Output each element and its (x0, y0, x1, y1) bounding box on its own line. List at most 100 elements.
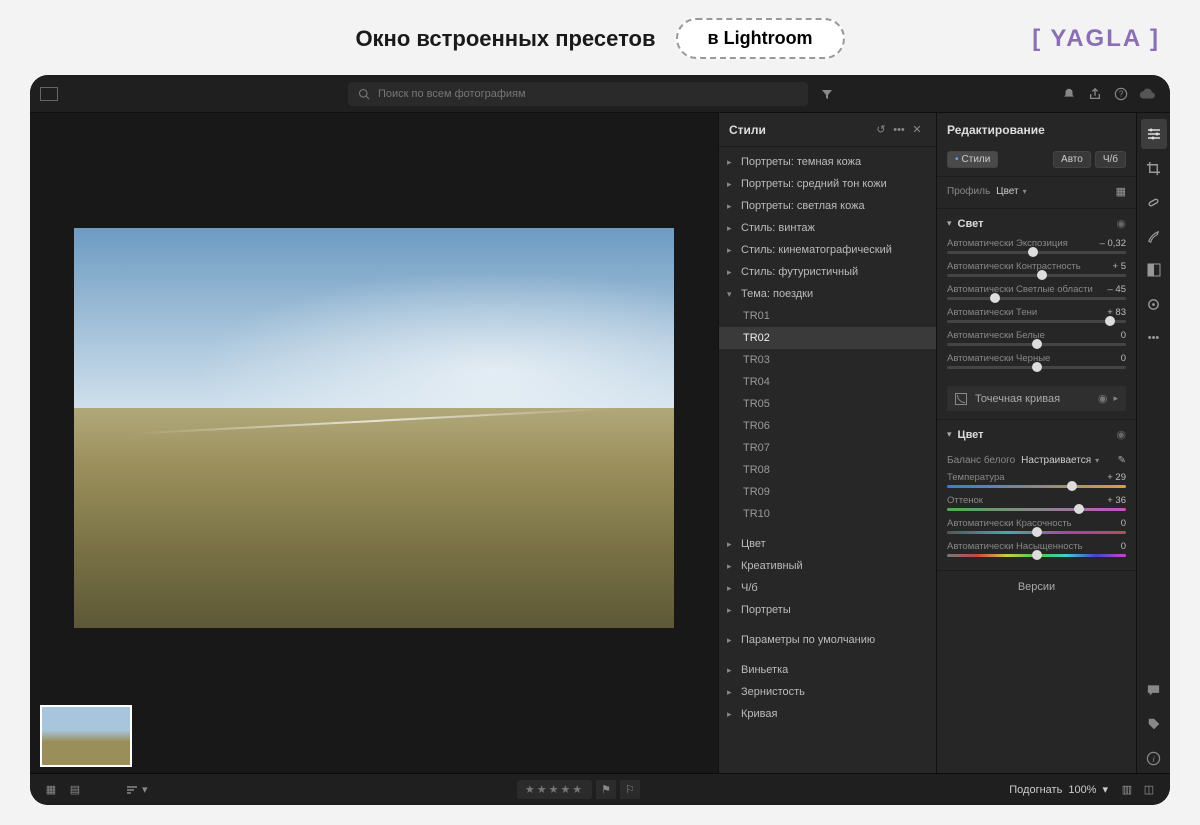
point-curve-row[interactable]: Точечная кривая ◉ ▸ (947, 386, 1126, 411)
comment-icon[interactable] (1141, 675, 1167, 705)
slider-Черные[interactable]: Автоматически Черные0 (947, 353, 1126, 369)
main-area: Стили ↺ ••• ✕ ▸Портреты: темная кожа▸Пор… (30, 113, 1170, 773)
preset-item[interactable]: TR08 (719, 459, 936, 481)
slider-Оттенок[interactable]: Оттенок+ 36 (947, 495, 1126, 511)
preset-group[interactable]: ▸Виньетка (719, 659, 936, 681)
cloud-sync-icon[interactable] (1134, 87, 1160, 101)
page-header: Окно встроенных пресетов в Lightroom YAG… (0, 0, 1200, 69)
crop-icon[interactable] (1141, 153, 1167, 183)
white-balance-row[interactable]: Баланс белого Настраивается ▾ ✎ (937, 449, 1136, 472)
chevron-down-icon: ▾ (947, 218, 952, 229)
linear-gradient-icon[interactable] (1141, 255, 1167, 285)
preset-item[interactable]: TR02 (719, 327, 936, 349)
preset-item[interactable]: TR03 (719, 349, 936, 371)
section-color-head[interactable]: ▾ Цвет ◉ (937, 420, 1136, 449)
undo-icon[interactable]: ↺ (872, 123, 890, 136)
page-title: Окно встроенных пресетов (355, 26, 655, 52)
preset-group[interactable]: ▸Цвет (719, 533, 936, 555)
more-icon[interactable]: ••• (890, 124, 908, 136)
right-toolstrip: ••• i (1136, 113, 1170, 773)
tag-icon[interactable] (1141, 709, 1167, 739)
preset-group[interactable]: ▸Стиль: винтаж (719, 217, 936, 239)
filter-icon[interactable] (816, 88, 838, 100)
light-sliders: Автоматически Экспозиция– 0,32 Автоматиче… (937, 238, 1136, 382)
preset-group[interactable]: ▸Ч/б (719, 577, 936, 599)
slider-Контрастность[interactable]: Автоматически Контрастность+ 5 (947, 261, 1126, 277)
preset-group[interactable]: ▸Стиль: кинематографический (719, 239, 936, 261)
photo-canvas[interactable] (30, 113, 718, 693)
search-placeholder: Поиск по всем фотографиям (378, 88, 526, 100)
histogram-icon[interactable]: ▥ (1116, 783, 1138, 796)
chip-bw[interactable]: Ч/б (1095, 151, 1126, 168)
preset-item[interactable]: TR04 (719, 371, 936, 393)
slider-Тени[interactable]: Автоматически Тени+ 83 (947, 307, 1126, 323)
preset-item[interactable]: TR06 (719, 415, 936, 437)
chevron-down-icon: ▾ (1095, 456, 1099, 465)
preset-group[interactable]: ▸Креативный (719, 555, 936, 577)
context-pill: в Lightroom (676, 18, 845, 59)
panel-toggle-icon[interactable] (40, 87, 58, 101)
before-after-icon[interactable]: ◫ (1138, 783, 1160, 796)
healing-icon[interactable] (1141, 187, 1167, 217)
slider-Белые[interactable]: Автоматически Белые0 (947, 330, 1126, 346)
preset-group[interactable]: ▾Тема: поездки (719, 283, 936, 305)
preset-group[interactable]: ▸Стиль: футуристичный (719, 261, 936, 283)
slider-Насыщенность[interactable]: Автоматически Насыщенность0 (947, 541, 1126, 557)
preset-group[interactable]: ▸Портреты (719, 599, 936, 621)
profile-grid-icon[interactable]: ▦ (1116, 185, 1126, 198)
grid-view-icon[interactable]: ▦ (40, 781, 62, 799)
compare-view-icon[interactable]: ▤ (64, 781, 86, 799)
wb-value: Настраивается (1021, 455, 1091, 466)
preset-group[interactable]: ▸Портреты: темная кожа (719, 151, 936, 173)
flag-pick-icon[interactable]: ⚑ (596, 780, 616, 799)
preset-group[interactable]: ▸Параметры по умолчанию (719, 629, 936, 651)
thumbnail[interactable] (40, 705, 132, 767)
svg-text:?: ? (1119, 89, 1124, 98)
chevron-down-icon: ▾ (947, 429, 952, 440)
slider-Температура[interactable]: Температура+ 29 (947, 472, 1126, 488)
preset-group[interactable]: ▸Портреты: светлая кожа (719, 195, 936, 217)
chip-styles[interactable]: Стили (947, 151, 998, 168)
eye-icon[interactable]: ◉ (1116, 428, 1126, 441)
slider-Экспозиция[interactable]: Автоматически Экспозиция– 0,32 (947, 238, 1126, 254)
info-icon[interactable]: i (1141, 743, 1167, 773)
preset-group[interactable]: ▸Кривая (719, 703, 936, 725)
flag-reject-icon[interactable]: ⚐ (620, 780, 640, 799)
profile-row[interactable]: Профиль Цвет ▾ ▦ (937, 176, 1136, 208)
slider-Красочность[interactable]: Автоматически Красочность0 (947, 518, 1126, 534)
rating-stars[interactable]: ★★★★★ (517, 780, 592, 799)
single-view-icon[interactable] (88, 781, 110, 799)
more-tools-icon[interactable]: ••• (1141, 323, 1167, 353)
chip-auto[interactable]: Авто (1053, 151, 1091, 168)
filmstrip (30, 693, 718, 773)
bell-icon[interactable] (1056, 87, 1082, 101)
preset-group[interactable]: ▸Портреты: средний тон кожи (719, 173, 936, 195)
preset-item[interactable]: TR01 (719, 305, 936, 327)
profile-value: Цвет (996, 186, 1018, 197)
share-icon[interactable] (1082, 87, 1108, 101)
svg-text:i: i (1153, 753, 1156, 763)
sort-dropdown[interactable]: ▾ (126, 783, 148, 796)
help-icon[interactable]: ? (1108, 87, 1134, 101)
preset-item[interactable]: TR09 (719, 481, 936, 503)
sort-icon (126, 785, 138, 795)
radial-gradient-icon[interactable] (1141, 289, 1167, 319)
slider-Светлые области[interactable]: Автоматически Светлые области– 45 (947, 284, 1126, 300)
close-icon[interactable]: ✕ (908, 123, 926, 136)
eye-icon[interactable]: ◉ (1116, 217, 1126, 230)
bottom-bar: ▦ ▤ ▾ ★★★★★ ⚑ ⚐ Подогнать 100% ▾ ▥ ◫ (30, 773, 1170, 805)
preset-item[interactable]: TR05 (719, 393, 936, 415)
preset-item[interactable]: TR10 (719, 503, 936, 525)
preset-item[interactable]: TR07 (719, 437, 936, 459)
chevron-down-icon: ▾ (1023, 187, 1027, 196)
section-light-head[interactable]: ▾ Свет ◉ (937, 209, 1136, 238)
profile-label: Профиль (947, 186, 990, 197)
edit-sliders-icon[interactable] (1141, 119, 1167, 149)
preset-group[interactable]: ▸Зернистость (719, 681, 936, 703)
presets-list[interactable]: ▸Портреты: темная кожа▸Портреты: средний… (719, 147, 936, 773)
brush-icon[interactable] (1141, 221, 1167, 251)
search-input[interactable]: Поиск по всем фотографиям (348, 82, 808, 106)
zoom-fit-dropdown[interactable]: Подогнать 100% ▾ (1009, 783, 1108, 796)
eyedropper-icon[interactable]: ✎ (1118, 455, 1126, 466)
versions-button[interactable]: Версии (937, 570, 1136, 603)
